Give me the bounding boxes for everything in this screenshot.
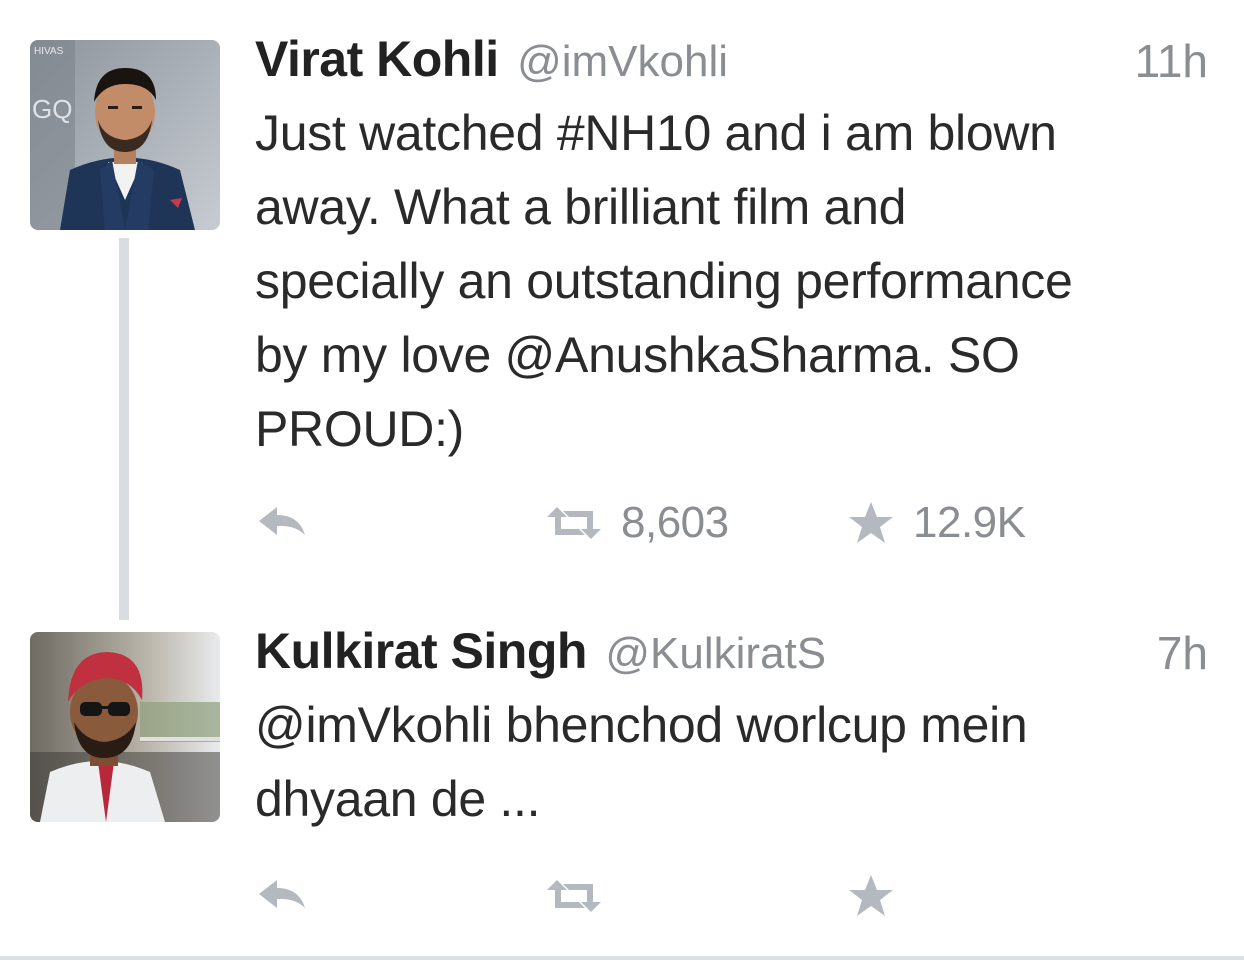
favorite-button[interactable] [847, 868, 895, 924]
tweet-text-line: @imVkohli bhenchod worlcup mein [255, 697, 1028, 753]
reply-button[interactable] [255, 495, 309, 551]
tweet-actions [255, 868, 1155, 924]
retweet-icon [547, 507, 601, 539]
author-name[interactable]: Virat Kohli [255, 31, 499, 87]
tweet-divider [0, 956, 1244, 960]
tweet-header: Virat Kohli @imVkohli 11h [255, 30, 1208, 90]
svg-text:HIVAS: HIVAS [34, 46, 64, 57]
tweet-text-line: away. What a brilliant film and [255, 179, 907, 235]
tweet-timestamp[interactable]: 7h [1157, 626, 1208, 680]
tweet-header: Kulkirat Singh @KulkiratS 7h [255, 622, 1208, 682]
tweet-kulkirat-singh[interactable]: Kulkirat Singh @KulkiratS 7h @imVkohli b… [0, 600, 1244, 960]
author-name[interactable]: Kulkirat Singh [255, 623, 587, 679]
retweet-button[interactable] [545, 868, 603, 924]
conversation-thread-line [119, 238, 129, 620]
tweet-virat-kohli[interactable]: HIVAS GQ Virat Kohli @imVkohli 11h Just … [0, 0, 1244, 620]
retweet-count: 8,603 [621, 498, 729, 547]
author-handle[interactable]: @imVkohli [517, 37, 728, 86]
tweet-text-line: Just watched #NH10 and i am blown [255, 105, 1057, 161]
tweet-actions: 8,603 12.9K [255, 495, 1155, 551]
tweet-text-line: dhyaan de ... [255, 771, 541, 827]
svg-text:GQ: GQ [32, 94, 72, 124]
star-icon [849, 875, 893, 916]
tweet-text-line: by my love @AnushkaSharma. SO [255, 327, 1020, 383]
tweet-text: Just watched #NH10 and i am blown away. … [255, 96, 1215, 466]
favorite-count: 12.9K [913, 498, 1026, 547]
avatar[interactable]: HIVAS GQ [30, 40, 220, 230]
tweet-text-line: PROUD:) [255, 401, 465, 457]
retweet-button[interactable]: 8,603 [545, 495, 729, 551]
favorite-button[interactable]: 12.9K [847, 495, 1026, 551]
tweet-text-line: specially an outstanding performance [255, 253, 1073, 309]
tweet-text: @imVkohli bhenchod worlcup mein dhyaan d… [255, 688, 1215, 836]
avatar-photo: HIVAS GQ [30, 40, 220, 230]
avatar-photo [30, 632, 220, 822]
tweet-timestamp[interactable]: 11h [1135, 34, 1208, 88]
retweet-icon [547, 880, 601, 912]
avatar[interactable] [30, 632, 220, 822]
star-icon [849, 502, 893, 543]
reply-icon [259, 507, 305, 535]
author-handle[interactable]: @KulkiratS [605, 629, 826, 678]
reply-icon [259, 880, 305, 908]
reply-button[interactable] [255, 868, 309, 924]
